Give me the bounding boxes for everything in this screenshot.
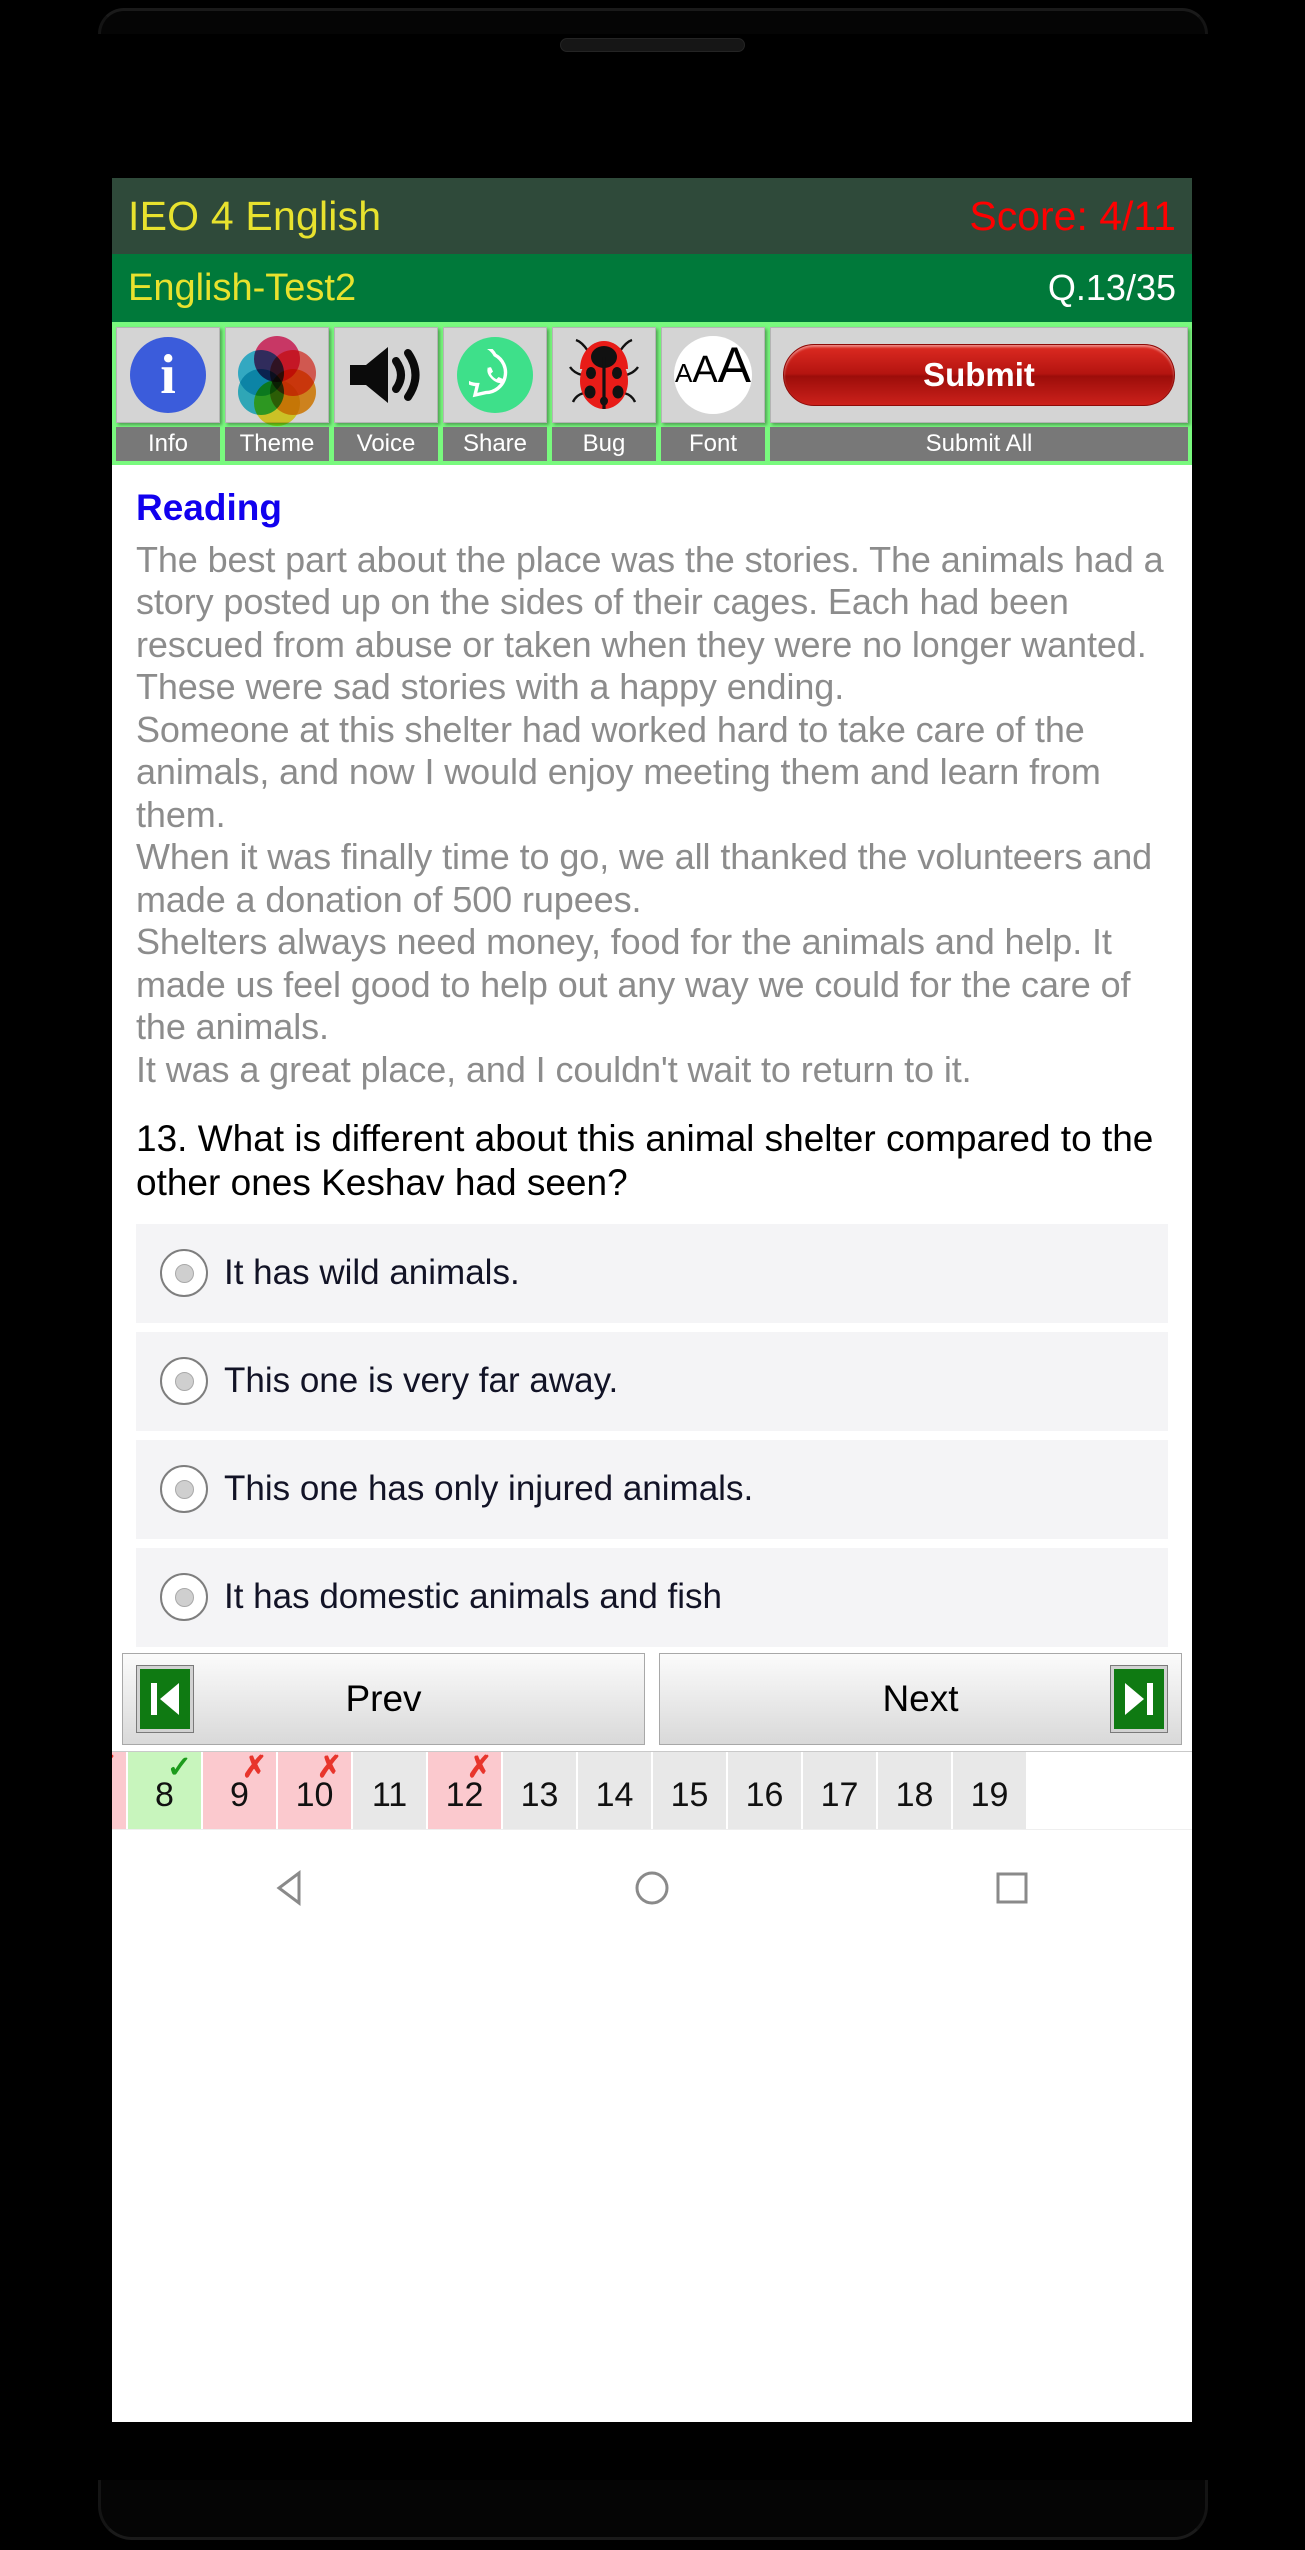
cross-icon: ✗ <box>112 1752 117 1783</box>
answer-options: It has wild animals. This one is very fa… <box>136 1223 1168 1647</box>
question-number: 18 <box>895 1775 934 1814</box>
toolbar-labels: Info Theme Voice Share Bug Font Submit A… <box>112 427 1192 465</box>
question-number-cell[interactable]: ✗ 10 <box>278 1750 353 1829</box>
triangle-back-icon[interactable] <box>260 1856 324 1920</box>
prev-button-label: Prev <box>345 1677 422 1719</box>
android-system-nav <box>112 1828 1192 1947</box>
theme-palette-icon <box>238 336 316 426</box>
question-number: 16 <box>745 1775 784 1814</box>
device-frame: IEO 4 English Score: 4/11 English-Test2 … <box>0 0 1305 2550</box>
prev-button[interactable]: Prev <box>122 1652 645 1745</box>
radio-button-icon[interactable] <box>160 1573 208 1622</box>
radio-button-icon[interactable] <box>160 1357 208 1406</box>
toolbar-label-info: Info <box>116 427 220 461</box>
voice-button[interactable] <box>334 327 438 423</box>
question-number: 19 <box>970 1775 1009 1814</box>
reading-heading: Reading <box>136 487 282 528</box>
question-number-cell[interactable]: ✗ <box>112 1751 128 1829</box>
score-display: Score: 4/11 <box>969 192 1176 239</box>
bug-button[interactable] <box>552 327 656 423</box>
toolbar-label-bug: Bug <box>552 427 656 461</box>
test-name: English-Test2 <box>128 266 357 309</box>
toolbar-label-submit-all: Submit All <box>770 427 1188 461</box>
app-title-bar: IEO 4 English Score: 4/11 <box>112 178 1192 254</box>
whatsapp-share-icon <box>457 337 533 413</box>
font-button[interactable]: AAA <box>661 327 765 423</box>
submit-button[interactable]: Submit <box>770 327 1188 423</box>
speaker-icon <box>350 347 420 403</box>
app-title: IEO 4 English <box>128 192 382 239</box>
question-text: 13. What is different about this animal … <box>136 1118 1154 1204</box>
radio-button-icon[interactable] <box>160 1465 208 1514</box>
option-label: This one is very far away. <box>224 1361 619 1401</box>
check-icon: ✓ <box>166 1750 192 1784</box>
phone-bezel-top <box>98 8 1208 34</box>
app-viewport: IEO 4 English Score: 4/11 English-Test2 … <box>112 178 1192 2422</box>
question-number: 11 <box>371 1775 408 1814</box>
cross-icon: ✗ <box>241 1750 267 1784</box>
navigation-buttons: Prev Next <box>112 1647 1192 1745</box>
question-content: Reading The best part about the place wa… <box>112 465 1192 1647</box>
font-icon-large: A <box>717 337 752 393</box>
ladybug-icon <box>569 338 639 409</box>
phone-bezel-bottom <box>98 2480 1208 2540</box>
question-number-cell[interactable]: 14 <box>578 1751 653 1829</box>
option-row[interactable]: This one is very far away. <box>136 1331 1168 1431</box>
toolbar-label-theme: Theme <box>225 427 329 461</box>
square-recents-icon[interactable] <box>980 1856 1044 1920</box>
option-label: This one has only injured animals. <box>224 1469 754 1509</box>
question-number: 17 <box>820 1775 859 1814</box>
option-row[interactable]: It has domestic animals and fish <box>136 1547 1168 1647</box>
share-button[interactable] <box>443 327 547 423</box>
option-label: It has wild animals. <box>224 1253 520 1293</box>
theme-button[interactable] <box>225 327 329 426</box>
question-number: 13 <box>520 1775 559 1814</box>
question-number: 14 <box>595 1775 634 1814</box>
reading-passage: The best part about the place was the st… <box>136 539 1164 1090</box>
skip-previous-icon <box>136 1664 194 1733</box>
question-number-cell[interactable]: 13 <box>503 1751 578 1829</box>
circle-home-icon[interactable] <box>620 1856 684 1920</box>
info-button[interactable]: i <box>116 327 220 423</box>
radio-button-icon[interactable] <box>160 1249 208 1298</box>
font-size-icon: AAA <box>674 336 752 414</box>
question-number-cell[interactable]: 19 <box>953 1751 1028 1829</box>
question-number-cell[interactable]: 11 <box>353 1751 428 1829</box>
question-number-cell[interactable]: 17 <box>803 1751 878 1829</box>
info-icon: i <box>130 337 206 413</box>
submit-button-label: Submit <box>783 344 1175 406</box>
option-row[interactable]: It has wild animals. <box>136 1223 1168 1323</box>
question-number-cell[interactable]: ✗ 12 <box>428 1750 503 1829</box>
earpiece-speaker <box>560 38 745 52</box>
option-row[interactable]: This one has only injured animals. <box>136 1439 1168 1539</box>
question-number-cell[interactable]: 18 <box>878 1751 953 1829</box>
cross-icon: ✗ <box>466 1750 492 1784</box>
question-counter: Q.13/35 <box>1047 267 1176 308</box>
next-button[interactable]: Next <box>659 1652 1182 1745</box>
toolbar-label-share: Share <box>443 427 547 461</box>
cross-icon: ✗ <box>316 1750 342 1784</box>
question-number-cell[interactable]: ✓ 8 <box>128 1750 203 1829</box>
skip-next-icon <box>1110 1664 1168 1733</box>
toolbar: i A A A Submit <box>112 322 1192 427</box>
option-label: It has domestic animals and fish <box>224 1577 723 1617</box>
font-icon-small: A <box>674 358 693 388</box>
question-number-cell[interactable]: ✗ 9 <box>203 1750 278 1829</box>
font-icon-medium: A <box>692 349 718 391</box>
test-info-bar: English-Test2 Q.13/35 <box>112 254 1192 322</box>
question-number-cell[interactable]: 15 <box>653 1751 728 1829</box>
toolbar-label-font: Font <box>661 427 765 461</box>
question-number-strip: ✗ ✓8✗9✗10 11 ✗12 13 14 15 16 17 18 19 <box>112 1750 1192 1829</box>
toolbar-label-voice: Voice <box>334 427 438 461</box>
next-button-label: Next <box>882 1677 959 1719</box>
question-number-cell[interactable]: 16 <box>728 1751 803 1829</box>
question-number: 15 <box>670 1775 709 1814</box>
